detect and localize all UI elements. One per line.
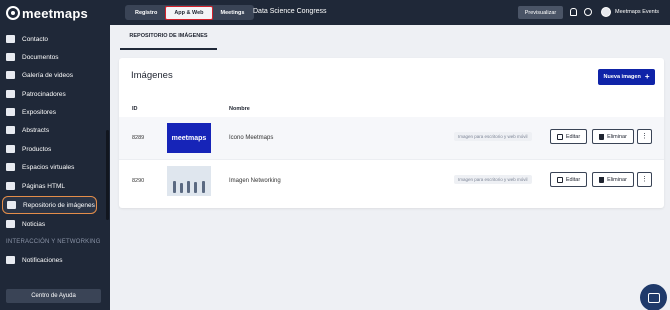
sidebar-scrollbar[interactable] [106, 130, 109, 220]
sidebar-item-label: Repositorio de imágenes [23, 201, 95, 209]
sponsors-icon [6, 90, 15, 98]
sidebar-item-galeria-videos[interactable]: Galería de videos [0, 66, 110, 84]
sidebar-item-espacios-virtuales[interactable]: Espacios virtuales [0, 158, 110, 176]
sidebar-item-expositores[interactable]: Expositores [0, 103, 110, 121]
contact-icon [6, 35, 15, 43]
app-logo[interactable]: meetmaps [6, 5, 88, 21]
sidebar-item-label: Contacto [22, 35, 49, 43]
image-thumbnail[interactable] [167, 166, 211, 196]
person-figure [173, 181, 176, 193]
new-image-button[interactable]: Nueva imagen + [598, 69, 655, 85]
column-header-name: Nombre [229, 106, 250, 112]
sidebar-item-label: Productos [22, 145, 52, 153]
chat-button[interactable] [640, 284, 667, 310]
tab-app-web[interactable]: App & Web [165, 5, 213, 20]
top-tab-group: Registro App & Web Meetings [125, 5, 255, 20]
images-card: Imágenes Nueva imagen + ID Nombre 8289 m… [119, 58, 664, 208]
edit-button[interactable]: Editar [550, 172, 587, 187]
sidebar-item-contacto[interactable]: Contacto [0, 30, 110, 48]
chat-icon [647, 292, 660, 303]
virtual-spaces-icon [6, 163, 15, 171]
sidebar-item-paginas-html[interactable]: Páginas HTML [0, 177, 110, 195]
sidebar-item-label: Documentos [22, 53, 59, 61]
video-icon [6, 71, 15, 79]
person-figure [194, 182, 197, 193]
event-title: Data Science Congress [253, 8, 327, 15]
cell-name: Imagen Networking [229, 178, 281, 184]
edit-label: Editar [565, 133, 581, 140]
sidebar-item-noticias[interactable]: Noticias [0, 215, 110, 233]
logo-text: meetmaps [22, 5, 88, 21]
edit-icon [556, 133, 563, 140]
usage-badge: Imagen para escritorio y web móvil [454, 132, 532, 141]
sidebar-item-repositorio-imagenes[interactable]: Repositorio de imágenes [2, 196, 97, 214]
sidebar-item-patrocinadores[interactable]: Patrocinadores [0, 85, 110, 103]
sidebar-item-label: Expositores [22, 108, 56, 116]
main-tabs: REPOSITORIO DE IMÁGENES [110, 25, 670, 50]
sidebar: meetmaps Contacto Documentos Galería de … [0, 0, 110, 310]
plus-icon: + [644, 72, 650, 81]
edit-icon [556, 176, 563, 183]
account-name[interactable]: Meetmaps Events [615, 9, 659, 15]
help-center-button[interactable]: Centro de Ayuda [6, 289, 101, 303]
thumbnail-logo-text: meetmaps [171, 134, 207, 142]
preview-button[interactable]: Previsualizar [518, 6, 563, 19]
image-repository-icon [7, 201, 16, 209]
sidebar-item-label: Patrocinadores [22, 90, 66, 98]
abstracts-icon [6, 126, 15, 134]
section-title: INTERACCIÓN Y NETWORKING [6, 239, 101, 245]
exhibitors-icon [6, 108, 15, 116]
tab-registro[interactable]: Registro [127, 7, 165, 19]
info-icon[interactable] [584, 8, 592, 16]
person-figure [202, 181, 205, 193]
bell-icon [6, 256, 15, 264]
more-vertical-icon: ⋮ [641, 133, 648, 140]
avatar[interactable] [601, 7, 611, 17]
sidebar-item-documentos[interactable]: Documentos [0, 48, 110, 66]
delete-button[interactable]: Eliminar [592, 129, 634, 144]
page-title: Imágenes [131, 70, 173, 81]
sidebar-item-label: Notificaciones [22, 256, 63, 264]
logo-icon [6, 6, 20, 20]
sidebar-item-label: Abstracts [22, 126, 50, 134]
products-icon [6, 145, 15, 153]
sidebar-item-notificaciones[interactable]: Notificaciones [0, 251, 110, 269]
edit-label: Editar [565, 176, 581, 183]
trash-icon [599, 133, 605, 140]
delete-label: Eliminar [607, 176, 627, 183]
more-options-button[interactable]: ⋮ [637, 129, 652, 144]
sidebar-item-label: Páginas HTML [22, 182, 65, 190]
tab-meetings[interactable]: Meetings [213, 7, 253, 19]
delete-button[interactable]: Eliminar [592, 172, 634, 187]
cell-id: 8290 [132, 178, 145, 184]
person-figure [187, 181, 190, 193]
trash-icon [599, 176, 605, 183]
edit-button[interactable]: Editar [550, 129, 587, 144]
cell-id: 8289 [132, 135, 145, 141]
table-row: 8290 Imagen Networking Imagen para escri… [119, 159, 664, 201]
html-pages-icon [6, 182, 15, 190]
sidebar-item-label: Noticias [22, 220, 46, 228]
usage-badge: Imagen para escritorio y web móvil [454, 175, 532, 184]
topbar: Registro App & Web Meetings Data Science… [110, 0, 670, 25]
sidebar-item-label: Espacios virtuales [22, 163, 75, 171]
delete-label: Eliminar [607, 133, 627, 140]
column-header-id: ID [132, 106, 138, 112]
sidebar-item-productos[interactable]: Productos [0, 140, 110, 158]
news-icon [6, 220, 15, 228]
sidebar-item-abstracts[interactable]: Abstracts [0, 121, 110, 139]
notifications-icon[interactable] [570, 8, 577, 16]
new-image-label: Nueva imagen [603, 74, 641, 80]
sidebar-item-label: Galería de videos [22, 71, 73, 79]
more-vertical-icon: ⋮ [641, 176, 648, 183]
cell-name: Icono Meetmaps [229, 135, 274, 141]
tab-repositorio-imagenes[interactable]: REPOSITORIO DE IMÁGENES [120, 33, 217, 50]
more-options-button[interactable]: ⋮ [637, 172, 652, 187]
person-figure [180, 183, 183, 193]
document-icon [6, 53, 15, 61]
table-row: 8289 meetmaps Icono Meetmaps Imagen para… [119, 117, 664, 159]
image-thumbnail[interactable]: meetmaps [167, 123, 211, 153]
